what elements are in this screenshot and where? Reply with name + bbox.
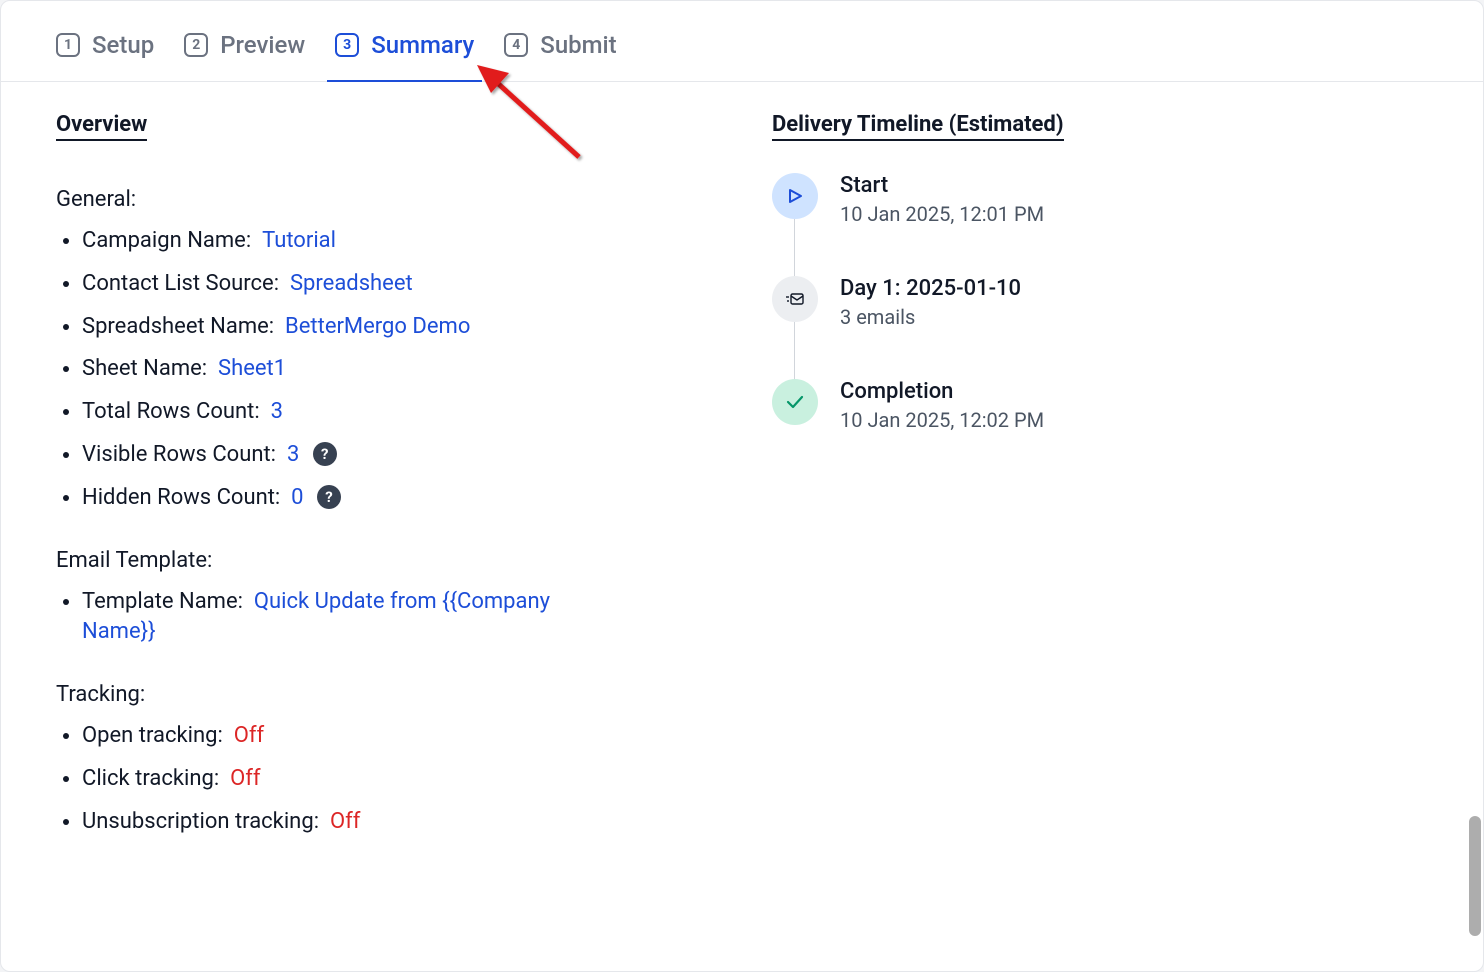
value-open-tracking: Off bbox=[234, 723, 264, 748]
help-icon[interactable]: ? bbox=[317, 485, 341, 509]
timeline-day-title: Day 1: 2025-01-10 bbox=[840, 276, 1021, 301]
timeline-completion-subtitle: 10 Jan 2025, 12:02 PM bbox=[840, 408, 1044, 432]
tab-summary-label: Summary bbox=[371, 31, 474, 59]
timeline-start-subtitle: 10 Jan 2025, 12:01 PM bbox=[840, 202, 1044, 226]
general-heading: General: bbox=[56, 187, 712, 212]
row-click-tracking: Click tracking: Off bbox=[82, 764, 712, 795]
label-click-tracking: Click tracking: bbox=[82, 766, 219, 791]
label-total-rows: Total Rows Count: bbox=[82, 399, 260, 424]
timeline-item-start: Start 10 Jan 2025, 12:01 PM bbox=[772, 173, 1428, 276]
play-icon bbox=[772, 173, 818, 219]
label-open-tracking: Open tracking: bbox=[82, 723, 223, 748]
value-contact-source[interactable]: Spreadsheet bbox=[290, 271, 413, 296]
timeline-item-day: Day 1: 2025-01-10 3 emails bbox=[772, 276, 1428, 379]
label-contact-source: Contact List Source: bbox=[82, 271, 279, 296]
send-mail-icon bbox=[772, 276, 818, 322]
value-hidden-rows: 0 bbox=[291, 485, 303, 510]
check-icon bbox=[772, 379, 818, 425]
label-hidden-rows: Hidden Rows Count: bbox=[82, 485, 280, 510]
timeline-text: Completion 10 Jan 2025, 12:02 PM bbox=[840, 379, 1044, 432]
value-sheet[interactable]: Sheet1 bbox=[218, 356, 286, 381]
row-total-rows: Total Rows Count: 3 bbox=[82, 397, 712, 428]
help-icon[interactable]: ? bbox=[313, 442, 337, 466]
label-sheet: Sheet Name: bbox=[82, 356, 207, 381]
timeline-text: Start 10 Jan 2025, 12:01 PM bbox=[840, 173, 1044, 226]
template-heading: Email Template: bbox=[56, 548, 712, 573]
tab-preview-number: 2 bbox=[184, 33, 208, 57]
tab-summary[interactable]: 3 Summary bbox=[335, 31, 474, 81]
timeline-text: Day 1: 2025-01-10 3 emails bbox=[840, 276, 1021, 329]
overview-column: Overview General: Campaign Name: Tutoria… bbox=[56, 112, 712, 850]
row-sheet: Sheet Name: Sheet1 bbox=[82, 354, 712, 385]
value-unsub-tracking: Off bbox=[330, 809, 360, 834]
value-visible-rows: 3 bbox=[287, 442, 299, 467]
tracking-heading: Tracking: bbox=[56, 682, 712, 707]
timeline-day-subtitle: 3 emails bbox=[840, 305, 1021, 329]
value-total-rows: 3 bbox=[271, 399, 283, 424]
scrollbar-thumb[interactable] bbox=[1469, 816, 1481, 936]
tab-preview[interactable]: 2 Preview bbox=[184, 31, 305, 81]
row-hidden-rows: Hidden Rows Count: 0 ? bbox=[82, 483, 712, 514]
tab-summary-number: 3 bbox=[335, 33, 359, 57]
label-visible-rows: Visible Rows Count: bbox=[82, 442, 276, 467]
label-spreadsheet: Spreadsheet Name: bbox=[82, 314, 274, 339]
tab-submit[interactable]: 4 Submit bbox=[504, 31, 616, 81]
summary-content: Overview General: Campaign Name: Tutoria… bbox=[1, 82, 1483, 850]
label-template-name: Template Name: bbox=[82, 589, 243, 614]
row-open-tracking: Open tracking: Off bbox=[82, 721, 712, 752]
timeline-item-completion: Completion 10 Jan 2025, 12:02 PM bbox=[772, 379, 1428, 482]
general-list: Campaign Name: Tutorial Contact List Sou… bbox=[82, 226, 712, 514]
label-campaign-name: Campaign Name: bbox=[82, 228, 251, 253]
tab-setup[interactable]: 1 Setup bbox=[56, 31, 154, 81]
timeline-heading: Delivery Timeline (Estimated) bbox=[772, 112, 1064, 141]
value-campaign-name[interactable]: Tutorial bbox=[262, 228, 336, 253]
campaign-wizard-panel: 1 Setup 2 Preview 3 Summary 4 Submit Ove… bbox=[0, 0, 1484, 972]
timeline-completion-title: Completion bbox=[840, 379, 1044, 404]
row-visible-rows: Visible Rows Count: 3 ? bbox=[82, 440, 712, 471]
row-spreadsheet: Spreadsheet Name: BetterMergo Demo bbox=[82, 312, 712, 343]
tab-setup-label: Setup bbox=[92, 31, 154, 59]
tab-submit-label: Submit bbox=[540, 31, 616, 59]
value-spreadsheet[interactable]: BetterMergo Demo bbox=[285, 314, 470, 339]
template-list: Template Name: Quick Update from {{Compa… bbox=[82, 587, 712, 649]
row-template-name: Template Name: Quick Update from {{Compa… bbox=[82, 587, 622, 649]
tab-preview-label: Preview bbox=[220, 31, 305, 59]
value-click-tracking: Off bbox=[230, 766, 260, 791]
timeline-start-title: Start bbox=[840, 173, 1044, 198]
label-unsub-tracking: Unsubscription tracking: bbox=[82, 809, 319, 834]
timeline-column: Delivery Timeline (Estimated) Start 10 J… bbox=[772, 112, 1428, 850]
row-unsub-tracking: Unsubscription tracking: Off bbox=[82, 807, 712, 838]
timeline: Start 10 Jan 2025, 12:01 PM bbox=[772, 173, 1428, 482]
overview-heading: Overview bbox=[56, 112, 147, 141]
row-contact-source: Contact List Source: Spreadsheet bbox=[82, 269, 712, 300]
tab-setup-number: 1 bbox=[56, 33, 80, 57]
tracking-list: Open tracking: Off Click tracking: Off U… bbox=[82, 721, 712, 837]
tab-submit-number: 4 bbox=[504, 33, 528, 57]
row-campaign-name: Campaign Name: Tutorial bbox=[82, 226, 712, 257]
wizard-tabs: 1 Setup 2 Preview 3 Summary 4 Submit bbox=[1, 1, 1483, 82]
